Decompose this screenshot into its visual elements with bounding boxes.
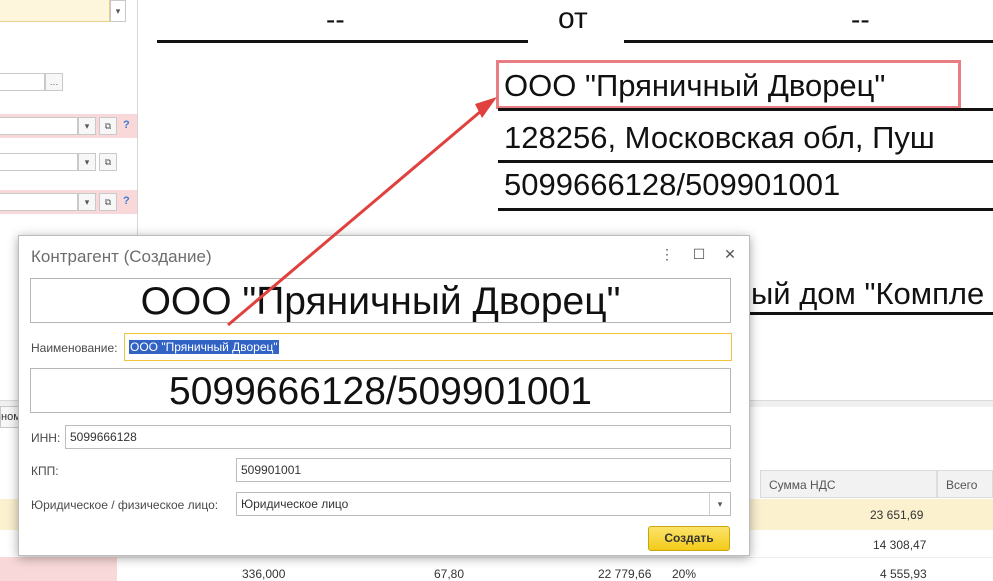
vat-cell: 4 555,93: [880, 567, 927, 581]
entity-label: Юридическое / физическое лицо:: [31, 498, 219, 512]
doc-underline: [498, 208, 993, 211]
left-field-2[interactable]: [0, 117, 78, 135]
inn-label: ИНН:: [31, 431, 61, 445]
inn-input[interactable]: 5099666128: [65, 425, 731, 449]
open-icon[interactable]: ⧉: [99, 193, 117, 211]
column-header-vat[interactable]: Сумма НДС: [760, 470, 937, 498]
left-field-3[interactable]: [0, 153, 78, 171]
doc-dash-left: --: [326, 4, 345, 35]
kpp-label: КПП:: [31, 464, 59, 478]
open-icon[interactable]: ⧉: [99, 153, 117, 171]
row-marker: [0, 557, 117, 581]
doc-underline-left: [157, 40, 528, 43]
counterparty-dialog: Контрагент (Создание) ⋮ ☐ ✕ ООО "Пряничн…: [18, 235, 750, 556]
name-input-value: ООО "Пряничный Дворец": [129, 340, 279, 354]
sum-cell: 22 779,66: [598, 567, 652, 581]
left-row-3: ▾ ⧉: [0, 150, 137, 174]
doc-underline: [498, 160, 993, 163]
chevron-down-icon[interactable]: ▾: [110, 0, 126, 22]
column-header-total[interactable]: Всего: [937, 470, 993, 498]
dialog-title: Контрагент (Создание): [31, 247, 212, 266]
vat-cell: 14 308,47: [873, 538, 927, 552]
doc-from-label: от: [558, 2, 588, 35]
entity-select-value: Юридическое лицо: [241, 497, 349, 511]
qty-cell: 336,000: [242, 567, 286, 581]
left-field-4[interactable]: [0, 193, 78, 211]
kpp-input[interactable]: 509901001: [236, 458, 731, 482]
left-field-1[interactable]: [0, 73, 45, 91]
dropdown-icon[interactable]: ▾: [78, 193, 96, 211]
open-icon[interactable]: ⧉: [99, 117, 117, 135]
scanned-name-text: ООО "Пряничный Дворец": [140, 280, 621, 323]
close-icon[interactable]: ✕: [721, 246, 739, 263]
entity-select[interactable]: Юридическое лицо ▾: [236, 492, 731, 516]
name-input[interactable]: ООО "Пряничный Дворец": [124, 333, 732, 361]
scanned-inn-text: 5099666128/509901001: [169, 370, 592, 413]
doc-address: 128256, Московская обл, Пуш: [504, 120, 935, 155]
help-icon[interactable]: ?: [123, 195, 130, 207]
price-cell: 67,80: [434, 567, 465, 581]
dropdown-icon[interactable]: ▾: [709, 493, 730, 515]
left-row-4: ▾ ⧉ ?: [0, 190, 137, 214]
maximize-icon[interactable]: ☐: [690, 246, 708, 263]
doc-underline-right: [624, 40, 993, 43]
scanned-name-image: ООО "Пряничный Дворец": [30, 278, 731, 323]
left-top-field[interactable]: [0, 0, 110, 22]
create-button[interactable]: Создать: [648, 526, 730, 551]
doc-dash-right: --: [851, 4, 870, 35]
doc-underline: [750, 312, 993, 315]
left-row-1: …: [0, 70, 137, 94]
doc-underline: [498, 108, 993, 111]
highlight-box: [496, 60, 961, 109]
rate-cell: 20%: [672, 567, 697, 581]
name-label: Наименование:: [31, 341, 118, 355]
doc-partial-text-2: ый дом "Компле: [751, 276, 985, 311]
ellipsis-icon[interactable]: …: [45, 73, 63, 91]
scanned-inn-image: 5099666128/509901001: [30, 368, 731, 413]
vat-cell: 23 651,69: [870, 508, 924, 522]
more-icon[interactable]: ⋮: [658, 246, 676, 263]
doc-inn-kpp: 5099666128/509901001: [504, 167, 841, 202]
help-icon[interactable]: ?: [123, 119, 130, 131]
dropdown-icon[interactable]: ▾: [78, 153, 96, 171]
dropdown-icon[interactable]: ▾: [78, 117, 96, 135]
bottom-tab[interactable]: ном: [0, 406, 20, 428]
left-row-2: ▾ ⧉ ?: [0, 114, 137, 138]
